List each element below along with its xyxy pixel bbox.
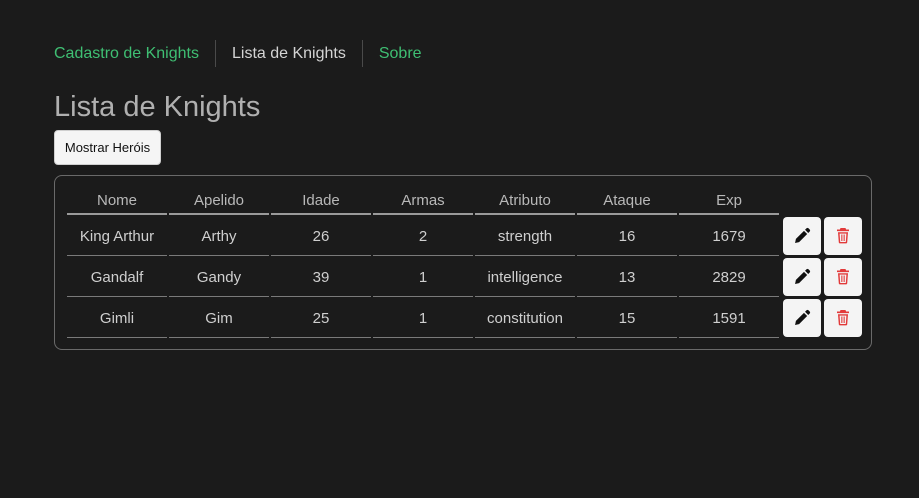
cell-ataque: 15 xyxy=(577,297,677,338)
table-row: Gandalf Gandy 39 1 intelligence 13 2829 xyxy=(67,256,865,297)
show-heroes-button[interactable]: Mostrar Heróis xyxy=(54,130,161,165)
cell-idade: 26 xyxy=(271,215,371,256)
cell-apelido: Gim xyxy=(169,297,269,338)
edit-button[interactable] xyxy=(783,257,821,296)
cell-armas: 1 xyxy=(373,256,473,297)
cell-armas: 1 xyxy=(373,297,473,338)
trash-icon xyxy=(837,269,849,285)
nav-divider xyxy=(361,40,363,67)
cell-armas: 2 xyxy=(373,215,473,256)
knights-table: Nome Apelido Idade Armas Atributo Ataque… xyxy=(67,188,865,338)
cell-ataque: 16 xyxy=(577,215,677,256)
row-actions xyxy=(783,256,865,297)
cell-atributo: strength xyxy=(475,215,575,256)
table-row: Gimli Gim 25 1 constitution 15 1591 xyxy=(67,297,865,338)
column-header-apelido: Apelido xyxy=(169,188,269,215)
delete-button[interactable] xyxy=(824,257,862,296)
nav-link-sobre[interactable]: Sobre xyxy=(379,40,422,67)
cell-exp: 1679 xyxy=(679,215,779,256)
nav-divider xyxy=(214,40,216,67)
cell-exp: 2829 xyxy=(679,256,779,297)
column-header-ataque: Ataque xyxy=(577,188,677,215)
edit-button[interactable] xyxy=(783,298,821,337)
cell-ataque: 13 xyxy=(577,256,677,297)
nav-link-cadastro[interactable]: Cadastro de Knights xyxy=(54,40,199,67)
page: Cadastro de Knights Lista de Knights Sob… xyxy=(0,0,919,498)
pencil-icon xyxy=(794,309,810,325)
cell-idade: 39 xyxy=(271,256,371,297)
trash-icon xyxy=(837,228,849,244)
table-header-row: Nome Apelido Idade Armas Atributo Ataque… xyxy=(67,188,865,215)
delete-button[interactable] xyxy=(824,216,862,255)
cell-nome: King Arthur xyxy=(67,215,167,256)
column-header-exp: Exp xyxy=(679,188,779,215)
column-header-atributo: Atributo xyxy=(475,188,575,215)
pencil-icon xyxy=(794,268,810,284)
cell-atributo: constitution xyxy=(475,297,575,338)
pencil-icon xyxy=(794,227,810,243)
delete-button[interactable] xyxy=(824,298,862,337)
row-actions xyxy=(783,297,865,338)
table-row: King Arthur Arthy 26 2 strength 16 1679 xyxy=(67,215,865,256)
cell-idade: 25 xyxy=(271,297,371,338)
column-header-nome: Nome xyxy=(67,188,167,215)
cell-nome: Gandalf xyxy=(67,256,167,297)
trash-icon xyxy=(837,310,849,326)
knights-table-card: Nome Apelido Idade Armas Atributo Ataque… xyxy=(54,175,872,350)
column-header-idade: Idade xyxy=(271,188,371,215)
row-actions xyxy=(783,215,865,256)
edit-button[interactable] xyxy=(783,216,821,255)
cell-nome: Gimli xyxy=(67,297,167,338)
cell-apelido: Gandy xyxy=(169,256,269,297)
nav-link-lista[interactable]: Lista de Knights xyxy=(232,40,346,67)
page-title: Lista de Knights xyxy=(54,91,261,123)
cell-exp: 1591 xyxy=(679,297,779,338)
top-nav: Cadastro de Knights Lista de Knights Sob… xyxy=(54,40,422,67)
cell-atributo: intelligence xyxy=(475,256,575,297)
column-header-armas: Armas xyxy=(373,188,473,215)
cell-apelido: Arthy xyxy=(169,215,269,256)
